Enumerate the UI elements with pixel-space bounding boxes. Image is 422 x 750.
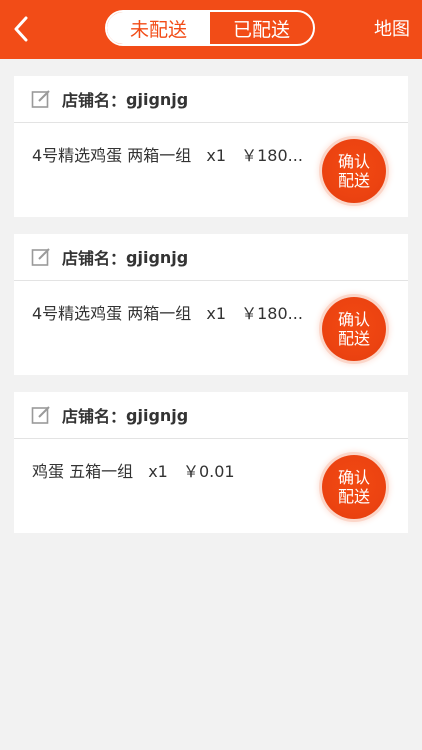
edit-icon bbox=[31, 247, 51, 267]
order-summary: 4号精选鸡蛋 两箱一组 x1 ￥180... bbox=[32, 300, 313, 324]
shop-name: gjignjg bbox=[126, 89, 189, 109]
back-button[interactable] bbox=[6, 12, 36, 46]
confirm-label-line1: 确认 bbox=[337, 310, 370, 329]
item-price: ￥180... bbox=[241, 146, 303, 165]
edit-icon bbox=[31, 405, 51, 425]
order-card-header: 店铺名： gjignjg bbox=[14, 234, 408, 281]
tab-undelivered[interactable]: 未配送 bbox=[107, 12, 210, 44]
map-button[interactable]: 地图 bbox=[374, 15, 410, 41]
confirm-delivery-button[interactable]: 确认 配送 bbox=[322, 297, 386, 361]
item-name: 鸡蛋 五箱一组 bbox=[32, 462, 134, 481]
delivery-status-toggle: 未配送 已配送 bbox=[105, 10, 315, 46]
back-arrow-icon bbox=[14, 16, 28, 42]
confirm-label-line1: 确认 bbox=[337, 152, 370, 171]
order-summary: 4号精选鸡蛋 两箱一组 x1 ￥180... bbox=[32, 142, 313, 166]
confirm-label-line2: 配送 bbox=[337, 171, 370, 190]
confirm-label-line1: 确认 bbox=[337, 468, 370, 487]
order-card-header: 店铺名： gjignjg bbox=[14, 392, 408, 439]
order-card: 店铺名： gjignjg 4号精选鸡蛋 两箱一组 x1 ￥180... 确认 配… bbox=[14, 76, 408, 217]
item-quantity: x1 bbox=[206, 146, 227, 165]
item-quantity: x1 bbox=[206, 304, 227, 323]
confirm-label-line2: 配送 bbox=[337, 487, 370, 506]
order-card-header: 店铺名： gjignjg bbox=[14, 76, 408, 123]
tab-delivered[interactable]: 已配送 bbox=[210, 12, 313, 44]
shop-label: 店铺名： bbox=[62, 249, 127, 268]
item-quantity: x1 bbox=[148, 462, 168, 481]
order-card-body: 鸡蛋 五箱一组 x1 ￥0.01 确认 配送 bbox=[14, 439, 408, 533]
shop-name: gjignjg bbox=[126, 405, 189, 425]
top-bar: 未配送 已配送 地图 bbox=[0, 0, 422, 59]
order-card-body: 4号精选鸡蛋 两箱一组 x1 ￥180... 确认 配送 bbox=[14, 281, 408, 375]
order-card: 店铺名： gjignjg 4号精选鸡蛋 两箱一组 x1 ￥180... 确认 配… bbox=[14, 234, 408, 375]
item-name: 4号精选鸡蛋 两箱一组 bbox=[32, 304, 192, 323]
shop-label: 店铺名： bbox=[62, 407, 127, 426]
confirm-delivery-button[interactable]: 确认 配送 bbox=[322, 455, 386, 519]
order-card: 店铺名： gjignjg 鸡蛋 五箱一组 x1 ￥0.01 确认 配送 bbox=[14, 392, 408, 533]
order-card-body: 4号精选鸡蛋 两箱一组 x1 ￥180... 确认 配送 bbox=[14, 123, 408, 217]
confirm-delivery-button[interactable]: 确认 配送 bbox=[322, 139, 386, 203]
item-price: ￥0.01 bbox=[182, 462, 235, 481]
order-summary: 鸡蛋 五箱一组 x1 ￥0.01 bbox=[32, 458, 245, 482]
item-price: ￥180... bbox=[241, 304, 303, 323]
confirm-label-line2: 配送 bbox=[337, 329, 370, 348]
shop-name: gjignjg bbox=[126, 247, 189, 267]
edit-icon bbox=[31, 89, 51, 109]
shop-label: 店铺名： bbox=[62, 91, 127, 110]
item-name: 4号精选鸡蛋 两箱一组 bbox=[32, 146, 192, 165]
